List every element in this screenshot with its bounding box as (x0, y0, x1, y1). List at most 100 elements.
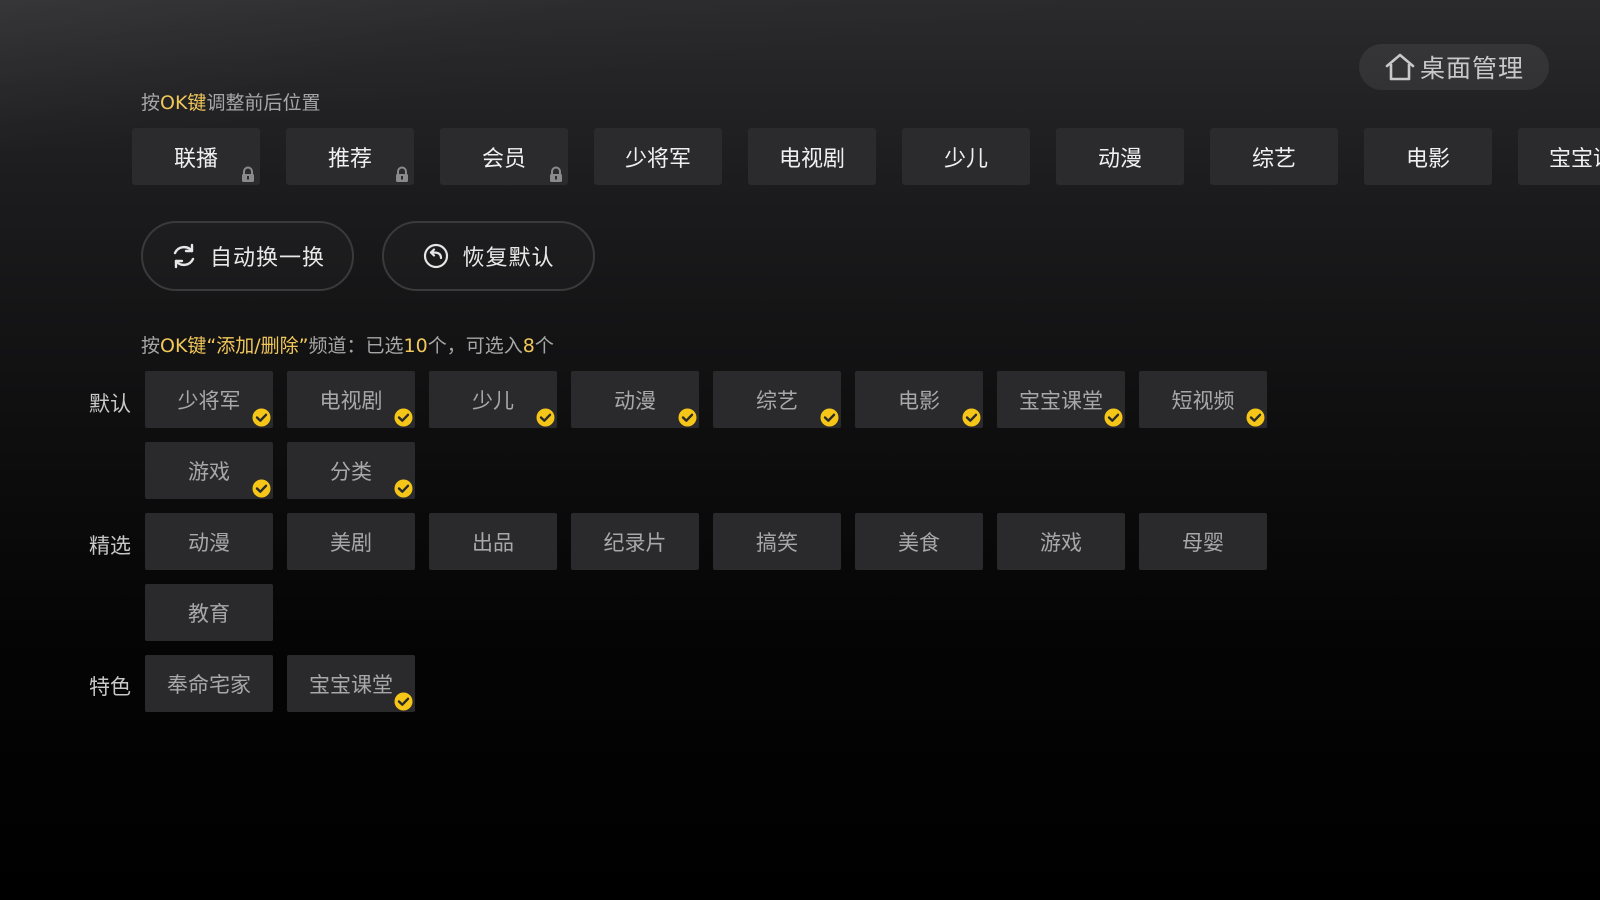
tab-label: 电视剧 (778, 146, 845, 172)
restore-icon (422, 242, 450, 270)
channel-chip-label: 出品 (472, 530, 514, 555)
lock-icon (396, 166, 408, 182)
featured-channel-chip[interactable]: 游戏 (997, 513, 1125, 570)
channel-chip-label: 分类 (330, 459, 372, 484)
default-channel-chip[interactable]: 综艺 (713, 371, 841, 428)
featured-channel-chip[interactable]: 母婴 (1139, 513, 1267, 570)
featured-channel-chip[interactable]: 教育 (145, 584, 273, 641)
auto-switch-label: 自动换一换 (209, 246, 325, 271)
tab-label: 会员 (481, 146, 526, 172)
default-channel-chip[interactable]: 少将军 (145, 371, 273, 428)
tab-label: 少将军 (624, 146, 691, 172)
reorder-hint-prefix: 按 (141, 92, 161, 114)
default-channel-chip[interactable]: 少儿 (429, 371, 557, 428)
tab-0[interactable]: 联播 (132, 128, 260, 185)
channel-chip-label: 少儿 (472, 388, 514, 413)
tab-1[interactable]: 推荐 (286, 128, 414, 185)
checkmark-icon (1246, 408, 1265, 427)
checkmark-icon (962, 408, 981, 427)
channel-hint-suffix: 个 (534, 335, 554, 357)
channel-chip-label: 奉命宅家 (167, 672, 251, 697)
featured-channel-chip[interactable]: 出品 (429, 513, 557, 570)
checkmark-icon (678, 408, 697, 427)
tab-4[interactable]: 电视剧 (748, 128, 876, 185)
channel-hint-mid: 频道：已选 (308, 335, 404, 357)
channel-hint-available-count: 8 (522, 335, 535, 357)
reorder-hint-suffix: 调整前后位置 (206, 92, 321, 114)
default-channel-chip[interactable]: 电影 (855, 371, 983, 428)
channel-chip-label: 宝宝课堂 (309, 672, 393, 697)
checkmark-icon (1104, 408, 1123, 427)
tab-label: 联播 (173, 146, 218, 172)
channel-chip-label: 游戏 (188, 459, 230, 484)
channel-hint-action: “添加/删除” (206, 335, 309, 357)
tab-9[interactable]: 宝宝课 (1518, 128, 1600, 185)
tab-7[interactable]: 综艺 (1210, 128, 1338, 185)
checkmark-icon (252, 479, 271, 498)
channel-hint-key: OK键 (160, 335, 207, 357)
checkmark-icon (252, 408, 271, 427)
tab-label: 综艺 (1251, 146, 1296, 172)
tab-label: 动漫 (1097, 146, 1142, 172)
channel-chip-label: 美食 (898, 530, 940, 555)
default-channel-chip[interactable]: 游戏 (145, 442, 273, 499)
channel-chip-label: 母婴 (1182, 530, 1224, 555)
default-channel-chip[interactable]: 动漫 (571, 371, 699, 428)
checkmark-icon (394, 408, 413, 427)
tab-5[interactable]: 少儿 (902, 128, 1030, 185)
tab-2[interactable]: 会员 (440, 128, 568, 185)
section-label-special: 特色 (89, 675, 131, 699)
featured-channel-chip[interactable]: 美食 (855, 513, 983, 570)
channel-chip-label: 美剧 (330, 530, 372, 555)
desktop-tab-row: 联播 推荐 会员 少将军 电视剧 少儿 动漫 综艺 电影 宝宝课 (132, 128, 1600, 185)
channel-chip-label: 电视剧 (319, 388, 383, 413)
tab-label: 少儿 (943, 146, 988, 172)
channel-hint-selected-count: 10 (403, 335, 428, 357)
refresh-icon (170, 242, 198, 270)
special-channel-chip[interactable]: 宝宝课堂 (287, 655, 415, 712)
featured-channel-chip[interactable]: 纪录片 (571, 513, 699, 570)
reorder-hint: 按OK键调整前后位置 (141, 88, 320, 115)
checkmark-icon (394, 479, 413, 498)
special-channel-chip[interactable]: 奉命宅家 (145, 655, 273, 712)
channel-chip-label: 少将军 (177, 388, 241, 413)
channel-chip-label: 教育 (188, 601, 230, 626)
default-channel-chip[interactable]: 宝宝课堂 (997, 371, 1125, 428)
featured-channel-chip[interactable]: 搞笑 (713, 513, 841, 570)
channel-hint-mid2: 个，可选入 (427, 335, 523, 357)
checkmark-icon (820, 408, 839, 427)
section-label-featured: 精选 (89, 534, 131, 558)
channel-chip-label: 动漫 (614, 388, 656, 413)
tab-6[interactable]: 动漫 (1056, 128, 1184, 185)
channel-chip-label: 动漫 (188, 530, 230, 555)
restore-default-button[interactable]: 恢复默认 (382, 221, 595, 291)
channel-chip-label: 综艺 (756, 388, 798, 413)
tab-3[interactable]: 少将军 (594, 128, 722, 185)
home-icon (1384, 52, 1416, 82)
desktop-management-button[interactable]: 桌面管理 (1359, 44, 1549, 90)
default-channel-chip[interactable]: 电视剧 (287, 371, 415, 428)
default-channel-chip[interactable]: 分类 (287, 442, 415, 499)
lock-icon (242, 166, 254, 182)
featured-channel-chip[interactable]: 动漫 (145, 513, 273, 570)
reorder-hint-key: OK键 (160, 92, 207, 114)
checkmark-icon (394, 692, 413, 711)
auto-switch-button[interactable]: 自动换一换 (141, 221, 354, 291)
section-label-default: 默认 (89, 392, 131, 416)
tab-8[interactable]: 电影 (1364, 128, 1492, 185)
channel-chip-label: 宝宝课堂 (1019, 388, 1103, 413)
channel-chip-label: 搞笑 (756, 530, 798, 555)
restore-default-label: 恢复默认 (462, 246, 555, 271)
channel-chip-label: 电影 (898, 388, 940, 413)
channel-chip-label: 纪录片 (603, 530, 667, 555)
tab-label: 宝宝课 (1548, 146, 1600, 172)
channel-chip-label: 游戏 (1040, 530, 1082, 555)
channel-hint: 按OK键“添加/删除”频道：已选10个，可选入8个 (141, 331, 554, 358)
tab-label: 电影 (1405, 146, 1450, 172)
tab-label: 推荐 (327, 146, 372, 172)
default-channel-chip[interactable]: 短视频 (1139, 371, 1267, 428)
featured-channel-chip[interactable]: 美剧 (287, 513, 415, 570)
channel-chip-label: 短视频 (1171, 388, 1235, 413)
lock-icon (550, 166, 562, 182)
channel-hint-prefix: 按 (141, 335, 161, 357)
